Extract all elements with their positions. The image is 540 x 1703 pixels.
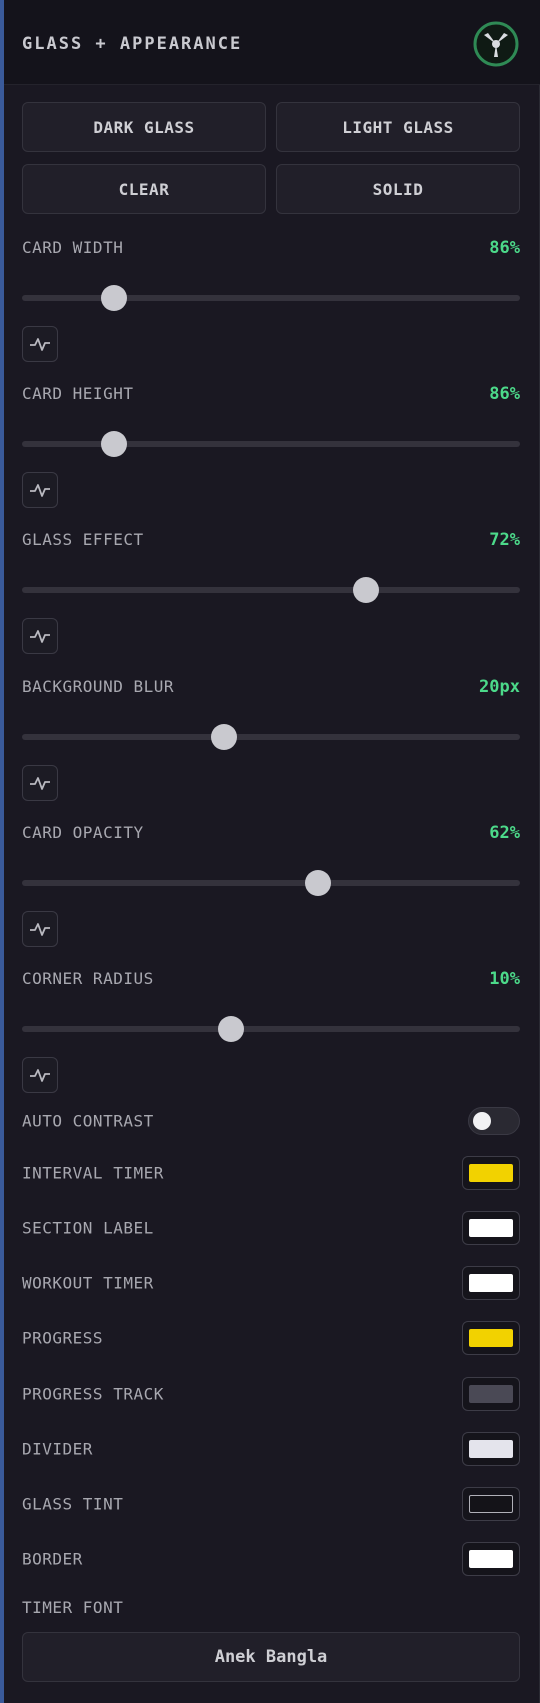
pulse-animate-button[interactable] [22, 765, 58, 801]
pulse-icon [30, 1069, 50, 1082]
border-color-row: BORDER [22, 1537, 520, 1581]
slider-track[interactable] [22, 880, 520, 886]
color-swatch [469, 1550, 513, 1568]
color-label: SECTION LABEL [22, 1218, 154, 1238]
slider-value: 20px [479, 677, 520, 697]
tri-blade-logo-icon[interactable] [472, 20, 520, 68]
pulse-animate-button[interactable] [22, 618, 58, 654]
slider-thumb[interactable] [305, 870, 332, 896]
auto-contrast-label: AUTO CONTRAST [22, 1111, 154, 1131]
slider-label: CARD WIDTH [22, 238, 124, 257]
progress-track-color-row: PROGRESS TRACK [22, 1372, 520, 1416]
color-picker-button[interactable] [462, 1266, 520, 1300]
slider-track[interactable] [22, 441, 520, 447]
color-picker-button[interactable] [462, 1321, 520, 1355]
pulse-icon [30, 777, 50, 790]
color-label: PROGRESS TRACK [22, 1384, 164, 1404]
slider-value: 62% [489, 823, 520, 843]
slider-value: 72% [489, 530, 520, 550]
color-picker-button[interactable] [462, 1156, 520, 1190]
slider-value: 86% [489, 238, 520, 258]
pulse-icon [30, 630, 50, 643]
section-label-color-row: SECTION LABEL [22, 1206, 520, 1250]
slider-label: CARD OPACITY [22, 823, 144, 842]
toggle-knob [473, 1112, 491, 1130]
color-swatch [469, 1329, 513, 1347]
slider-label: CARD HEIGHT [22, 384, 134, 403]
timer-font-label: TIMER FONT [22, 1598, 124, 1617]
corner-radius-slider-row: CORNER RADIUS 10% [22, 969, 520, 1109]
slider-track[interactable] [22, 734, 520, 740]
progress-color-row: PROGRESS [22, 1316, 520, 1360]
color-picker-button[interactable] [462, 1377, 520, 1411]
color-swatch [469, 1495, 513, 1513]
color-swatch [469, 1164, 513, 1182]
light-glass-preset-button[interactable]: LIGHT GLASS [276, 102, 520, 152]
slider-thumb[interactable] [101, 285, 128, 311]
color-label: INTERVAL TIMER [22, 1163, 164, 1183]
slider-thumb[interactable] [101, 431, 128, 457]
background-blur-slider-row: BACKGROUND BLUR 20px [22, 677, 520, 817]
pulse-icon [30, 338, 50, 351]
slider-track[interactable] [22, 1026, 520, 1032]
workout-timer-color-row: WORKOUT TIMER [22, 1261, 520, 1305]
slider-value: 10% [489, 969, 520, 989]
color-swatch [469, 1274, 513, 1292]
divider-color-row: DIVIDER [22, 1427, 520, 1471]
color-picker-button[interactable] [462, 1542, 520, 1576]
slider-label: GLASS EFFECT [22, 530, 144, 549]
pulse-animate-button[interactable] [22, 326, 58, 362]
pulse-icon [30, 923, 50, 936]
pulse-icon [30, 484, 50, 497]
glass-appearance-panel: GLASS + APPEARANCE DARK GLASS LIGHT GLAS… [0, 0, 540, 1703]
color-swatch [469, 1219, 513, 1237]
color-label: GLASS TINT [22, 1494, 124, 1514]
color-picker-button[interactable] [462, 1432, 520, 1466]
pulse-animate-button[interactable] [22, 911, 58, 947]
dark-glass-preset-button[interactable]: DARK GLASS [22, 102, 266, 152]
clear-preset-button[interactable]: CLEAR [22, 164, 266, 214]
slider-track[interactable] [22, 295, 520, 301]
color-swatch [469, 1440, 513, 1458]
glass-tint-color-row: GLASS TINT [22, 1482, 520, 1526]
timer-font-select[interactable]: Anek Bangla [22, 1632, 520, 1682]
slider-value: 86% [489, 384, 520, 404]
slider-thumb[interactable] [210, 724, 237, 750]
pulse-animate-button[interactable] [22, 472, 58, 508]
slider-label: BACKGROUND BLUR [22, 677, 174, 696]
color-picker-button[interactable] [462, 1211, 520, 1245]
card-opacity-slider-row: CARD OPACITY 62% [22, 823, 520, 963]
solid-preset-button[interactable]: SOLID [276, 164, 520, 214]
pulse-animate-button[interactable] [22, 1057, 58, 1093]
color-label: WORKOUT TIMER [22, 1273, 154, 1293]
color-label: DIVIDER [22, 1439, 93, 1459]
slider-label: CORNER RADIUS [22, 969, 154, 988]
slider-thumb[interactable] [352, 577, 379, 603]
auto-contrast-row: AUTO CONTRAST [22, 1099, 520, 1143]
auto-contrast-toggle[interactable] [468, 1107, 520, 1135]
interval-timer-color-row: INTERVAL TIMER [22, 1151, 520, 1195]
card-width-slider-row: CARD WIDTH 86% [22, 238, 520, 378]
card-height-slider-row: CARD HEIGHT 86% [22, 384, 520, 524]
slider-thumb[interactable] [218, 1016, 245, 1042]
color-swatch [469, 1385, 513, 1403]
glass-effect-slider-row: GLASS EFFECT 72% [22, 530, 520, 670]
color-label: PROGRESS [22, 1328, 104, 1348]
panel-header: GLASS + APPEARANCE [4, 0, 540, 85]
slider-track[interactable] [22, 587, 520, 593]
panel-title: GLASS + APPEARANCE [22, 34, 243, 54]
color-label: BORDER [22, 1549, 83, 1569]
color-picker-button[interactable] [462, 1487, 520, 1521]
